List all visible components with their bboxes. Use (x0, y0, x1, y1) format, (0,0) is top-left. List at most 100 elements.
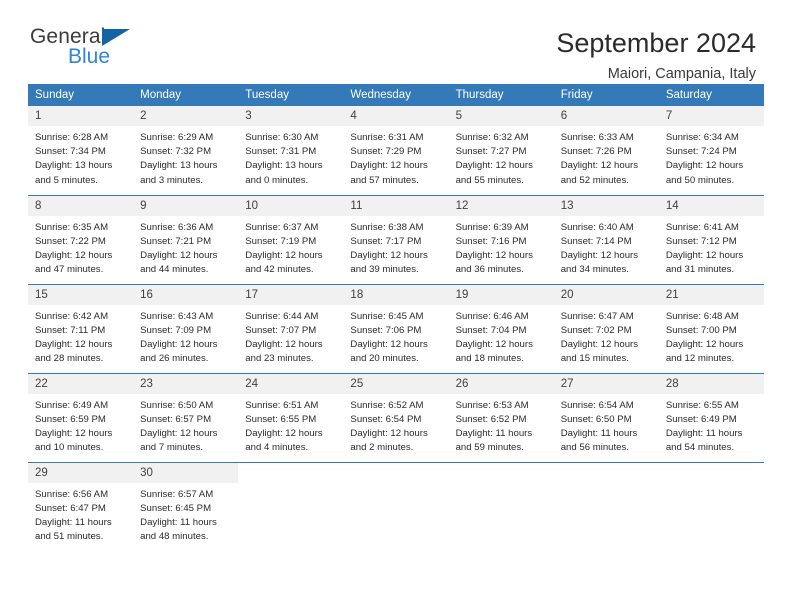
daylight-text-line2: and 3 minutes. (140, 174, 204, 186)
day-cell[interactable]: 8 Sunrise: 6:35 AM Sunset: 7:22 PM Dayli… (28, 194, 134, 284)
sunrise-text: Sunrise: 6:35 AM (35, 221, 109, 233)
day-details: Sunrise: 6:44 AM Sunset: 7:07 PM Dayligh… (238, 305, 343, 367)
day-cell-empty (343, 461, 449, 551)
daylight-text-line1: Daylight: 12 hours (560, 338, 639, 350)
day-details: Sunrise: 6:38 AM Sunset: 7:17 PM Dayligh… (343, 216, 448, 278)
daylight-text-line2: and 34 minutes. (560, 264, 629, 276)
day-cell[interactable]: 23 Sunrise: 6:50 AM Sunset: 6:57 PM Dayl… (133, 372, 239, 462)
sunrise-text: Sunrise: 6:44 AM (245, 310, 319, 322)
day-cell[interactable]: 17 Sunrise: 6:44 AM Sunset: 7:07 PM Dayl… (238, 283, 344, 373)
day-cell[interactable]: 21 Sunrise: 6:48 AM Sunset: 7:00 PM Dayl… (658, 283, 764, 373)
sunset-text: Sunset: 6:52 PM (455, 413, 527, 425)
daylight-text-line2: and 4 minutes. (245, 442, 309, 454)
day-cell[interactable]: 14 Sunrise: 6:41 AM Sunset: 7:12 PM Dayl… (658, 194, 764, 284)
day-details: Sunrise: 6:50 AM Sunset: 6:57 PM Dayligh… (133, 394, 238, 456)
daylight-text-line2: and 48 minutes. (140, 531, 209, 543)
day-details: Sunrise: 6:43 AM Sunset: 7:09 PM Dayligh… (133, 305, 238, 367)
day-cell[interactable]: 29 Sunrise: 6:56 AM Sunset: 6:47 PM Dayl… (28, 461, 134, 551)
daylight-text-line1: Daylight: 13 hours (140, 160, 218, 172)
day-cell[interactable]: 7 Sunrise: 6:34 AM Sunset: 7:24 PM Dayli… (658, 106, 764, 195)
day-cell[interactable]: 22 Sunrise: 6:49 AM Sunset: 6:59 PM Dayl… (28, 372, 134, 462)
day-number (238, 463, 343, 483)
daylight-text-line1: Daylight: 12 hours (455, 160, 533, 172)
day-number: 27 (553, 373, 659, 394)
day-number: 19 (448, 284, 554, 305)
sunrise-text: Sunrise: 6:54 AM (560, 399, 634, 411)
daylight-text-line2: and 18 minutes. (455, 353, 524, 365)
day-details: Sunrise: 6:35 AM Sunset: 7:22 PM Dayligh… (28, 216, 133, 278)
sunrise-text: Sunrise: 6:55 AM (665, 399, 739, 411)
day-cell[interactable]: 24 Sunrise: 6:51 AM Sunset: 6:55 PM Dayl… (238, 372, 344, 462)
sunset-text: Sunset: 7:34 PM (35, 146, 106, 158)
daylight-text-line1: Daylight: 12 hours (35, 249, 113, 261)
day-cell[interactable]: 27 Sunrise: 6:54 AM Sunset: 6:50 PM Dayl… (553, 372, 659, 462)
sunrise-text: Sunrise: 6:53 AM (455, 399, 529, 411)
calendar-header-row: Sunday Monday Tuesday Wednesday Thursday… (28, 84, 764, 106)
day-cell[interactable]: 11 Sunrise: 6:38 AM Sunset: 7:17 PM Dayl… (343, 194, 449, 284)
day-cell-empty (553, 461, 659, 551)
day-cell[interactable]: 28 Sunrise: 6:55 AM Sunset: 6:49 PM Dayl… (658, 372, 764, 462)
sunset-text: Sunset: 7:02 PM (560, 324, 632, 336)
day-cell[interactable]: 4 Sunrise: 6:31 AM Sunset: 7:29 PM Dayli… (343, 106, 449, 195)
daylight-text-line2: and 39 minutes. (350, 264, 419, 276)
day-cell[interactable]: 16 Sunrise: 6:43 AM Sunset: 7:09 PM Dayl… (133, 283, 239, 373)
day-cell[interactable]: 2 Sunrise: 6:29 AM Sunset: 7:32 PM Dayli… (133, 106, 239, 195)
day-cell[interactable]: 13 Sunrise: 6:40 AM Sunset: 7:14 PM Dayl… (553, 194, 659, 284)
daylight-text-line1: Daylight: 12 hours (665, 249, 744, 261)
day-details: Sunrise: 6:53 AM Sunset: 6:52 PM Dayligh… (449, 394, 554, 456)
day-cell[interactable]: 1 Sunrise: 6:28 AM Sunset: 7:34 PM Dayli… (28, 106, 134, 195)
day-cell[interactable]: 12 Sunrise: 6:39 AM Sunset: 7:16 PM Dayl… (448, 194, 554, 284)
daylight-text-line2: and 59 minutes. (455, 442, 524, 454)
day-number: 30 (133, 462, 239, 483)
weekday-header-thursday: Thursday (448, 84, 554, 106)
daylight-text-line1: Daylight: 13 hours (245, 160, 323, 172)
general-blue-logo[interactable]: General Blue (30, 26, 150, 78)
calendar-page: General Blue September 2024 Maiori, Camp… (0, 0, 792, 612)
day-cell[interactable]: 10 Sunrise: 6:37 AM Sunset: 7:19 PM Dayl… (238, 194, 344, 284)
daylight-text-line1: Daylight: 12 hours (350, 427, 428, 439)
day-number: 10 (238, 195, 344, 216)
calendar-grid: Sunday Monday Tuesday Wednesday Thursday… (28, 84, 764, 551)
day-number: 9 (133, 195, 239, 216)
day-cell[interactable]: 20 Sunrise: 6:47 AM Sunset: 7:02 PM Dayl… (553, 283, 659, 373)
week-row: 22 Sunrise: 6:49 AM Sunset: 6:59 PM Dayl… (28, 372, 764, 462)
daylight-text-line1: Daylight: 12 hours (350, 160, 428, 172)
daylight-text-line1: Daylight: 11 hours (665, 427, 743, 439)
sunrise-text: Sunrise: 6:50 AM (140, 399, 214, 411)
week-row: 1 Sunrise: 6:28 AM Sunset: 7:34 PM Dayli… (28, 106, 764, 195)
day-cell[interactable]: 15 Sunrise: 6:42 AM Sunset: 7:11 PM Dayl… (28, 283, 134, 373)
day-details: Sunrise: 6:32 AM Sunset: 7:27 PM Dayligh… (449, 126, 554, 188)
day-cell[interactable]: 6 Sunrise: 6:33 AM Sunset: 7:26 PM Dayli… (553, 106, 659, 195)
week-row: 15 Sunrise: 6:42 AM Sunset: 7:11 PM Dayl… (28, 283, 764, 373)
day-number: 25 (343, 373, 449, 394)
week-row: 29 Sunrise: 6:56 AM Sunset: 6:47 PM Dayl… (28, 461, 764, 551)
day-details: Sunrise: 6:49 AM Sunset: 6:59 PM Dayligh… (28, 394, 133, 456)
day-number: 14 (658, 195, 764, 216)
page-subtitle: Maiori, Campania, Italy (607, 66, 756, 83)
daylight-text-line1: Daylight: 12 hours (245, 427, 323, 439)
day-number: 17 (238, 284, 344, 305)
day-cell[interactable]: 18 Sunrise: 6:45 AM Sunset: 7:06 PM Dayl… (343, 283, 449, 373)
sunset-text: Sunset: 7:14 PM (560, 235, 632, 247)
day-cell[interactable]: 3 Sunrise: 6:30 AM Sunset: 7:31 PM Dayli… (238, 106, 344, 195)
daylight-text-line1: Daylight: 12 hours (665, 338, 744, 350)
day-cell-empty (448, 461, 554, 551)
sunset-text: Sunset: 7:19 PM (245, 235, 317, 247)
weekday-header-sunday: Sunday (28, 84, 134, 106)
day-cell[interactable]: 25 Sunrise: 6:52 AM Sunset: 6:54 PM Dayl… (343, 372, 449, 462)
daylight-text-line1: Daylight: 12 hours (455, 249, 533, 261)
daylight-text-line1: Daylight: 12 hours (245, 249, 323, 261)
daylight-text-line1: Daylight: 12 hours (35, 427, 113, 439)
day-cell[interactable]: 30 Sunrise: 6:57 AM Sunset: 6:45 PM Dayl… (133, 461, 239, 551)
day-cell[interactable]: 19 Sunrise: 6:46 AM Sunset: 7:04 PM Dayl… (448, 283, 554, 373)
sunrise-text: Sunrise: 6:38 AM (350, 221, 424, 233)
day-cell-empty (238, 461, 344, 551)
day-number: 16 (133, 284, 239, 305)
day-cell[interactable]: 5 Sunrise: 6:32 AM Sunset: 7:27 PM Dayli… (448, 106, 554, 195)
sunset-text: Sunset: 7:06 PM (350, 324, 422, 336)
day-cell[interactable]: 9 Sunrise: 6:36 AM Sunset: 7:21 PM Dayli… (133, 194, 239, 284)
day-number: 3 (238, 106, 344, 126)
day-number: 22 (28, 373, 134, 394)
day-cell[interactable]: 26 Sunrise: 6:53 AM Sunset: 6:52 PM Dayl… (448, 372, 554, 462)
sunset-text: Sunset: 7:00 PM (665, 324, 737, 336)
